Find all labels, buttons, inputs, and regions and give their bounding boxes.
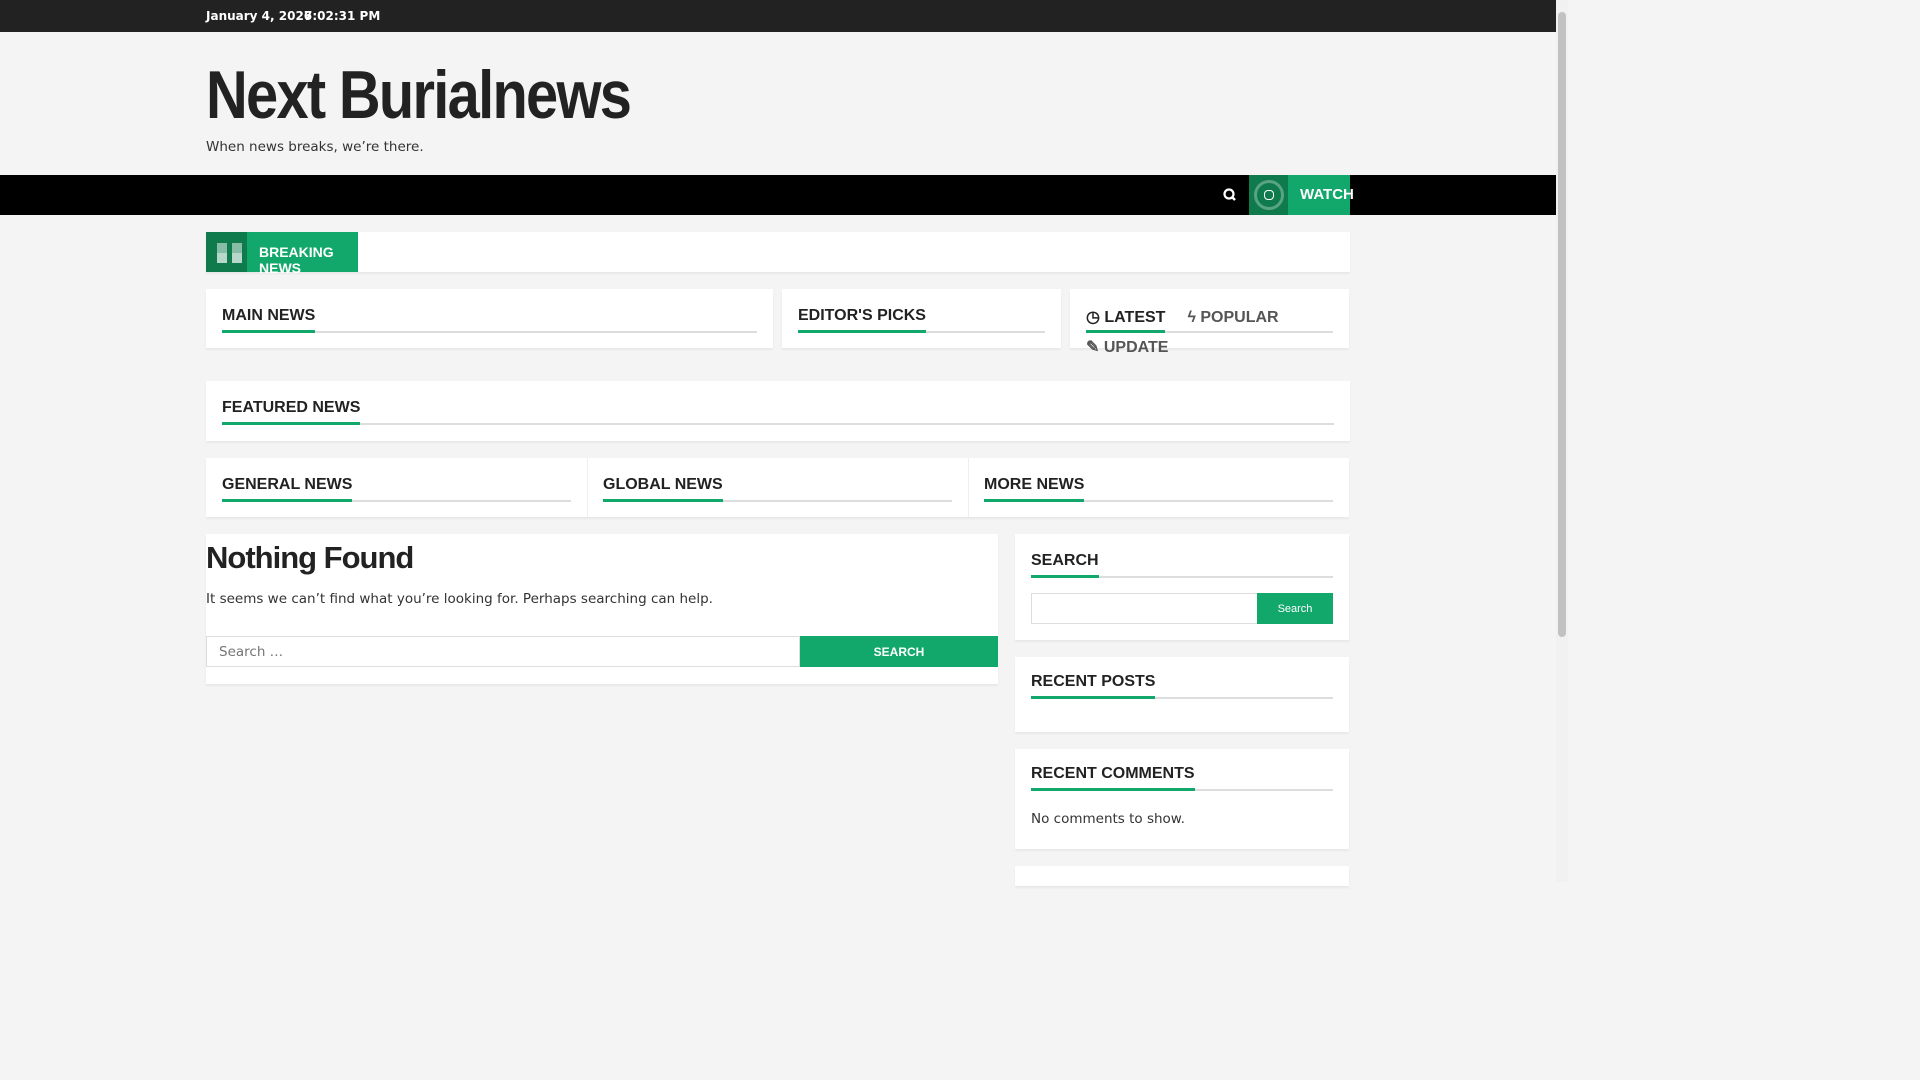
not-found-message: It seems we can’t find what you’re looki… [206, 591, 713, 607]
sidebar-search-button[interactable]: Search [1257, 593, 1333, 624]
scrollbar[interactable] [1556, 0, 1568, 882]
scrollbar-thumb[interactable] [1558, 12, 1566, 637]
breaking-news-bar: BREAKING NEWS [206, 232, 1350, 276]
section-title: MAIN NEWS [222, 305, 316, 333]
play-circle-icon [1249, 175, 1288, 215]
no-comments-text: No comments to show. [1031, 811, 1185, 827]
widget-title: RECENT COMMENTS [1031, 763, 1195, 791]
sidebar-search-input[interactable] [1031, 593, 1258, 624]
main-news-section: MAIN NEWS [206, 289, 773, 348]
tab-popular[interactable]: ϟ POPULAR [1187, 307, 1278, 335]
site-title[interactable]: Next Burialnews [206, 56, 632, 134]
search-input[interactable] [206, 636, 800, 667]
sidebar-search-widget: SEARCH Search [1015, 534, 1349, 640]
section-title: EDITOR'S PICKS [798, 305, 926, 333]
search-button[interactable]: SEARCH [800, 636, 998, 667]
news-columns: GENERAL NEWS GLOBAL NEWS MORE NEWS [206, 458, 1349, 517]
section-title: GENERAL NEWS [222, 474, 353, 502]
widget-title: SEARCH [1031, 550, 1099, 578]
featured-news-section: FEATURED NEWS [206, 381, 1350, 441]
section-title: MORE NEWS [984, 474, 1085, 502]
widget-title: RECENT POSTS [1031, 671, 1156, 699]
tab-latest[interactable]: ◷ LATEST [1086, 305, 1166, 333]
site-tagline: When news breaks, we’re there. [206, 139, 424, 155]
section-title: FEATURED NEWS [222, 397, 361, 425]
tabs-section: ◷ LATEST ϟ POPULAR✎ UPDATE [1070, 289, 1349, 356]
date: January 4, 2026 [206, 9, 313, 23]
sidebar-widget [1015, 866, 1349, 886]
tab-update[interactable]: ✎ UPDATE [1086, 335, 1168, 363]
search-icon[interactable] [1220, 185, 1240, 205]
recent-comments-widget: RECENT COMMENTS No comments to show. [1015, 749, 1349, 849]
watch-label: WATCH [1300, 186, 1354, 203]
top-bar: January 4, 2026 7:02:31 PM [0, 0, 1556, 32]
time: 7:02:31 PM [304, 9, 381, 23]
grid-icon [206, 232, 247, 272]
breaking-news-label: BREAKING NEWS [247, 232, 358, 276]
section-title: GLOBAL NEWS [603, 474, 723, 502]
editors-picks-section: EDITOR'S PICKS [782, 289, 1061, 348]
nothing-found: Nothing Found It seems we can’t find wha… [206, 534, 998, 684]
page-title: Nothing Found [206, 540, 414, 575]
recent-posts-widget: RECENT POSTS [1015, 657, 1349, 732]
watch-button[interactable]: WATCH [1249, 175, 1354, 215]
